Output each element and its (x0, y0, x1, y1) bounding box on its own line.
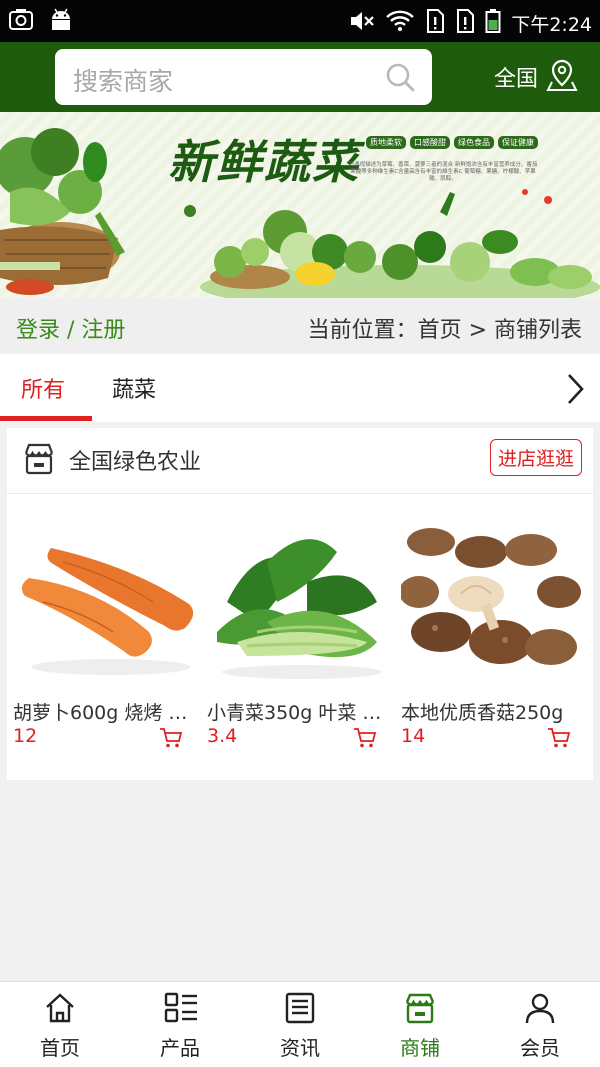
nav-products[interactable]: 产品 (120, 982, 240, 1067)
clock: 下午2:24 (511, 13, 592, 36)
battery-icon (485, 8, 501, 38)
home-icon (44, 992, 76, 1028)
banner-tag: 绿色食品 (454, 136, 494, 149)
product-name[interactable]: 本地优质香菇250g (401, 698, 583, 725)
nav-stores[interactable]: 商铺 (360, 982, 480, 1067)
nav-news[interactable]: 资讯 (240, 982, 360, 1067)
product-name[interactable]: 小青菜350g 叶菜 火锅食材 (207, 698, 389, 725)
nav-label: 资讯 (280, 1036, 320, 1060)
status-bar: 下午2:24 (0, 0, 600, 42)
nav-label: 首页 (40, 1036, 80, 1060)
banner-title: 新鲜蔬菜 (168, 135, 360, 189)
grid-list-icon (164, 992, 198, 1028)
nav-label: 产品 (160, 1036, 200, 1060)
mute-icon (349, 9, 375, 37)
tab-vegetables[interactable]: 蔬菜 (112, 372, 156, 404)
shop-header: 全国绿色农业 进店逛逛 (7, 428, 593, 494)
bok-choy-image[interactable] (207, 522, 387, 687)
search-icon[interactable] (384, 61, 416, 97)
breadcrumb: 当前位置：首页 > 商铺列表 (307, 318, 582, 343)
category-tabs: 所有 蔬菜 (0, 354, 600, 422)
banner-tag: 保证健康 (498, 136, 538, 149)
breadcrumb-bar: 登录 / 注册 当前位置：首页 > 商铺列表 (0, 298, 600, 354)
store-icon (23, 442, 55, 480)
user-icon (524, 992, 556, 1028)
wifi-icon (385, 9, 415, 37)
banner-copy: 吗遇视描述为草莓、香菜、菠萝三者的混合 新鲜饱浓含有丰富营养成分、番茄果酸等多种… (348, 162, 538, 182)
sim2-icon (455, 8, 475, 38)
cart-icon[interactable] (547, 727, 571, 753)
location-pin-icon (546, 58, 578, 96)
nav-label: 会员 (520, 1036, 560, 1060)
product-name[interactable]: 胡萝卜600g 烧烤 火锅食材 (13, 698, 195, 725)
product-item[interactable]: 胡萝卜600g 烧烤 火锅食材 12 (7, 494, 197, 780)
banner-tag: 质地柔软 (366, 136, 406, 149)
shiitake-image[interactable] (401, 522, 581, 687)
shop-name[interactable]: 全国绿色农业 (69, 444, 201, 476)
news-icon (284, 992, 316, 1028)
promo-banner[interactable]: 新鲜蔬菜 质地柔软 口感酸甜 绿色食品 保证健康 吗遇视描述为草莓、香菜、菠萝三… (0, 112, 600, 298)
android-icon (48, 7, 74, 37)
product-price: 12 (13, 725, 38, 747)
cart-icon[interactable] (159, 727, 183, 753)
banner-tags: 质地柔软 口感酸甜 绿色食品 保证健康 (366, 136, 538, 149)
login-register-link[interactable]: 登录 / 注册 (16, 312, 125, 344)
shop-card: 全国绿色农业 进店逛逛 胡萝卜600g 烧烤 火锅食材 12 (7, 428, 593, 780)
carrot-image[interactable] (13, 522, 193, 687)
chevron-right-icon[interactable] (564, 372, 586, 410)
sim1-icon (425, 8, 445, 38)
banner-tag: 口感酸甜 (410, 136, 450, 149)
nav-label: 商铺 (400, 1036, 440, 1060)
visit-store-button[interactable]: 进店逛逛 (489, 439, 582, 476)
top-header: 搜索商家 全国 (0, 42, 600, 112)
product-list: 胡萝卜600g 烧烤 火锅食材 12 小青菜350g 叶菜 火锅食材 3.4 (7, 494, 593, 780)
nav-home[interactable]: 首页 (0, 982, 120, 1067)
nav-member[interactable]: 会员 (480, 982, 600, 1067)
tab-all[interactable]: 所有 (21, 372, 65, 404)
search-bar[interactable]: 搜索商家 (55, 49, 432, 105)
store-icon (404, 992, 436, 1028)
active-tab-indicator (0, 416, 92, 421)
region-label: 全国 (494, 67, 539, 92)
search-input[interactable]: 搜索商家 (73, 62, 173, 98)
product-item[interactable]: 本地优质香菇250g 14 (395, 494, 585, 780)
screenshot-icon (8, 7, 34, 37)
product-price: 14 (401, 725, 426, 747)
bottom-nav: 首页 产品 资讯 商铺 会员 (0, 981, 600, 1067)
cart-icon[interactable] (353, 727, 377, 753)
region-selector[interactable]: 全国 (494, 58, 578, 96)
product-price: 3.4 (207, 725, 238, 747)
product-item[interactable]: 小青菜350g 叶菜 火锅食材 3.4 (201, 494, 391, 780)
